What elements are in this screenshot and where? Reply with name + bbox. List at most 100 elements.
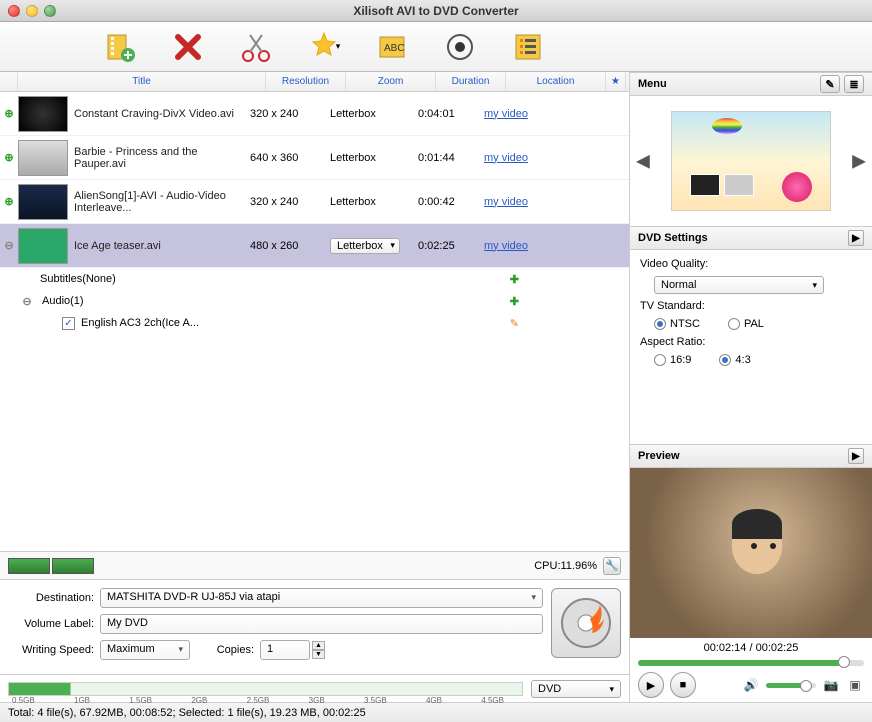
copies-input[interactable]: 1 bbox=[260, 640, 310, 660]
add-file-button[interactable] bbox=[100, 29, 140, 65]
col-title[interactable]: Title bbox=[18, 72, 266, 91]
seek-slider[interactable] bbox=[638, 660, 864, 666]
cut-button[interactable] bbox=[236, 29, 276, 65]
ratio-43-radio[interactable]: 4:3 bbox=[719, 354, 750, 366]
file-location-link[interactable]: my video bbox=[484, 240, 528, 252]
volume-icon[interactable]: 🔊 bbox=[742, 676, 760, 694]
file-duration: 0:01:44 bbox=[414, 152, 484, 164]
file-row[interactable]: ⊕ AlienSong[1]-AVI - Audio-Video Interle… bbox=[0, 180, 629, 224]
destination-label: Destination: bbox=[8, 592, 100, 604]
file-duration: 0:04:01 bbox=[414, 108, 484, 120]
snapshot-icon[interactable]: 📷 bbox=[822, 676, 840, 694]
list-button[interactable] bbox=[508, 29, 548, 65]
subtitle-button[interactable]: ABC bbox=[372, 29, 412, 65]
thumbnail bbox=[18, 96, 68, 132]
cpu-label: CPU: bbox=[534, 560, 560, 572]
file-row[interactable]: ⊕ Barbie - Princess and the Pauper.avi 6… bbox=[0, 136, 629, 180]
menu-thumbnail[interactable] bbox=[671, 111, 831, 211]
menu-preview: ◀ ▶ bbox=[630, 96, 872, 226]
file-duration: 0:02:25 bbox=[414, 240, 484, 252]
cpu-value: 11.96% bbox=[561, 560, 598, 572]
audio-checkbox[interactable]: ✓ bbox=[62, 317, 75, 330]
file-location-link[interactable]: my video bbox=[484, 196, 528, 208]
cpu-bar: CPU:11.96% 🔧 bbox=[0, 551, 629, 579]
delete-button[interactable] bbox=[168, 29, 208, 65]
col-location[interactable]: Location bbox=[506, 72, 606, 91]
col-star[interactable]: ★ bbox=[606, 72, 626, 91]
edit-menu-icon[interactable]: ✎ bbox=[820, 75, 840, 93]
thumbnail bbox=[18, 140, 68, 176]
play-button[interactable]: ▶ bbox=[638, 672, 664, 698]
file-row[interactable]: ⊕ Constant Craving-DivX Video.avi 320 x … bbox=[0, 92, 629, 136]
file-resolution: 480 x 260 bbox=[244, 240, 324, 252]
expand-icon[interactable]: ⊕ bbox=[0, 151, 18, 164]
expand-icon[interactable]: ⊕ bbox=[0, 195, 18, 208]
file-row[interactable]: ⊖ Ice Age teaser.avi 480 x 260 Letterbox… bbox=[0, 224, 629, 268]
cpu-meter-icon bbox=[8, 558, 50, 574]
app-title: Xilisoft AVI to DVD Converter bbox=[0, 4, 872, 18]
file-location-link[interactable]: my video bbox=[484, 108, 528, 120]
collapse-icon[interactable]: ⊖ bbox=[0, 239, 18, 252]
size-meter bbox=[8, 682, 523, 696]
volume-label-label: Volume Label: bbox=[8, 618, 100, 630]
col-resolution[interactable]: Resolution bbox=[266, 72, 346, 91]
file-title: AlienSong[1]-AVI - Audio-Video Interleav… bbox=[74, 190, 244, 214]
file-location-link[interactable]: my video bbox=[484, 152, 528, 164]
add-audio-icon[interactable]: ✚ bbox=[510, 295, 519, 308]
file-zoom: Letterbox bbox=[324, 196, 414, 208]
writing-speed-label: Writing Speed: bbox=[8, 644, 100, 656]
thumbnail bbox=[18, 228, 68, 264]
ratio-169-radio[interactable]: 16:9 bbox=[654, 354, 691, 366]
preview-time: 00:02:14 / 00:02:25 bbox=[630, 638, 872, 658]
file-zoom: Letterbox bbox=[324, 108, 414, 120]
expand-settings-icon[interactable]: ▶ bbox=[848, 230, 864, 246]
titlebar: Xilisoft AVI to DVD Converter bbox=[0, 0, 872, 22]
dvd-settings-panel: Video Quality: Normal TV Standard: NTSC … bbox=[630, 250, 872, 374]
video-quality-label: Video Quality: bbox=[640, 258, 862, 270]
file-resolution: 320 x 240 bbox=[244, 196, 324, 208]
destination-select[interactable]: MATSHITA DVD-R UJ-85J via atapi bbox=[100, 588, 543, 608]
audio-row: ⊖ Audio(1) ✚ bbox=[0, 290, 629, 312]
stop-button[interactable]: ■ bbox=[670, 672, 696, 698]
aspect-ratio-label: Aspect Ratio: bbox=[640, 336, 862, 348]
file-list: ⊕ Constant Craving-DivX Video.avi 320 x … bbox=[0, 92, 629, 551]
zoom-select[interactable]: Letterbox bbox=[330, 238, 400, 254]
play-controls: ▶ ■ 🔊 📷 ▣ bbox=[630, 668, 872, 702]
capture-icon[interactable]: ▣ bbox=[846, 676, 864, 694]
pal-radio[interactable]: PAL bbox=[728, 318, 764, 330]
menu-list-icon[interactable]: ≣ bbox=[844, 75, 864, 93]
effects-button[interactable]: ▾ bbox=[304, 29, 344, 65]
writing-speed-select[interactable]: Maximum bbox=[100, 640, 190, 660]
edit-audio-icon[interactable]: ✎ bbox=[510, 317, 519, 330]
settings-icon[interactable]: 🔧 bbox=[603, 557, 621, 575]
prev-menu-icon[interactable]: ◀ bbox=[636, 151, 650, 172]
record-button[interactable] bbox=[440, 29, 480, 65]
audio-label: Audio(1) bbox=[42, 295, 84, 307]
file-title: Ice Age teaser.avi bbox=[74, 240, 244, 252]
volume-label-input[interactable]: My DVD bbox=[100, 614, 543, 634]
burn-button[interactable] bbox=[551, 588, 621, 658]
col-zoom[interactable]: Zoom bbox=[346, 72, 436, 91]
preview-label: Preview bbox=[638, 450, 680, 462]
collapse-icon[interactable]: ⊖ bbox=[18, 295, 36, 308]
preview-video[interactable] bbox=[630, 468, 872, 638]
size-ticks: 0.5GB 1GB 1.5GB 2GB 2.5GB 3GB 3.5GB 4GB … bbox=[8, 696, 508, 705]
dvd-settings-label: DVD Settings bbox=[638, 232, 708, 244]
file-resolution: 320 x 240 bbox=[244, 108, 324, 120]
dvd-settings-header: DVD Settings ▶ bbox=[630, 226, 872, 250]
expand-icon[interactable]: ⊕ bbox=[0, 107, 18, 120]
next-menu-icon[interactable]: ▶ bbox=[852, 151, 866, 172]
add-subtitle-icon[interactable]: ✚ bbox=[510, 273, 519, 286]
copies-up-icon[interactable]: ▲ bbox=[312, 641, 325, 650]
copies-down-icon[interactable]: ▼ bbox=[312, 650, 325, 659]
preview-header: Preview ▶ bbox=[630, 444, 872, 468]
volume-slider[interactable] bbox=[766, 683, 816, 688]
output-format-select[interactable]: DVD bbox=[531, 680, 621, 698]
col-duration[interactable]: Duration bbox=[436, 72, 506, 91]
video-quality-select[interactable]: Normal bbox=[654, 276, 824, 294]
subtitles-row: Subtitles(None) ✚ bbox=[0, 268, 629, 290]
file-resolution: 640 x 360 bbox=[244, 152, 324, 164]
menu-label: Menu bbox=[638, 78, 667, 90]
expand-preview-icon[interactable]: ▶ bbox=[848, 448, 864, 464]
ntsc-radio[interactable]: NTSC bbox=[654, 318, 700, 330]
